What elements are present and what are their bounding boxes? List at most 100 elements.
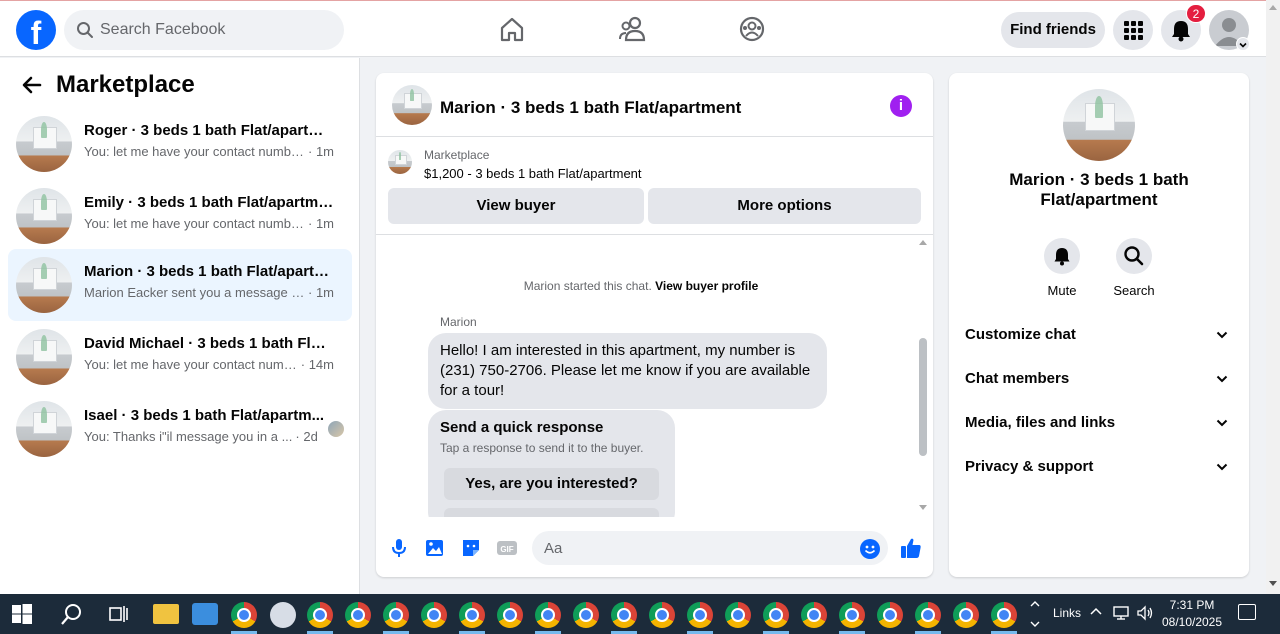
gif-icon[interactable]: GIF [496,537,518,559]
chrome-profile-icon[interactable] [725,602,751,628]
system-clock[interactable]: 7:31 PM 08/10/2025 [1160,597,1224,631]
chat-start-note: Marion started this chat. View buyer pro… [523,279,759,293]
menu-button[interactable] [1113,10,1153,50]
listing-thumbnail [388,150,412,174]
page-scrollbar[interactable] [1266,0,1280,594]
chrome-profile-icon[interactable] [459,602,485,628]
windows-taskbar: Links 7:31 PM 08/10/2025 [0,594,1280,634]
friends-icon[interactable] [618,15,648,45]
chrome-profile-icon[interactable] [497,602,523,628]
account-chevron-icon[interactable] [1236,37,1250,51]
file-explorer-icon[interactable] [153,604,179,624]
conversation-snippet: You: let me have your contact numb... · 1… [84,357,334,372]
message-composer: GIF [376,525,933,571]
chrome-profile-icon[interactable] [307,602,333,628]
chrome-profile-icon[interactable] [801,602,827,628]
groups-icon[interactable] [738,15,768,45]
chrome-profile-icon[interactable] [535,602,561,628]
store-icon[interactable] [192,603,218,625]
home-icon[interactable] [498,15,528,45]
chat-thumbnail[interactable] [392,85,432,125]
chrome-profile-icon[interactable] [573,602,599,628]
message-input-box[interactable] [532,531,888,565]
links-toolbar[interactable]: Links [1053,606,1081,620]
taskbar-scroll-arrows-icon[interactable] [1030,598,1040,630]
scroll-up-arrow-icon[interactable] [919,240,927,245]
chat-members-section[interactable]: Chat members [965,357,1233,401]
taskbar-search-icon[interactable] [60,602,84,626]
task-view-icon[interactable] [108,604,130,624]
sender-name: Marion [440,315,477,329]
message-input[interactable] [544,531,844,565]
message-bubble[interactable]: Hello! I am interested in this apartment… [428,333,827,409]
volume-icon[interactable] [1136,605,1154,624]
quick-response-option[interactable]: Yes, are you interested? [444,468,659,500]
listing-thumbnail [16,329,72,385]
search-button[interactable] [1116,238,1152,274]
chat-title[interactable]: Marion · 3 beds 1 bath Flat/apartment [440,98,741,118]
media-files-links-section[interactable]: Media, files and links [965,401,1233,445]
mute-button[interactable] [1044,238,1080,274]
chrome-profile-icon[interactable] [915,602,941,628]
chrome-profile-icon[interactable] [687,602,713,628]
windows-start-icon[interactable] [12,604,32,624]
search-facebook-box[interactable] [64,10,344,50]
conversation-title: Emily · 3 beds 1 bath Flat/apartment [84,194,334,211]
emoji-icon[interactable] [860,539,880,559]
search-input[interactable] [100,10,330,50]
app-icon[interactable] [270,602,296,628]
scroll-down-arrow-icon[interactable] [1269,581,1277,586]
chat-details-panel: Marion · 3 beds 1 bath Flat/apartment Mu… [949,73,1249,577]
scroll-down-arrow-icon[interactable] [919,505,927,510]
chrome-profile-icon[interactable] [611,602,637,628]
quick-response-card: Send a quick response Tap a response to … [428,410,675,517]
message-list[interactable]: Marion started this chat. View buyer pro… [376,235,933,517]
photo-icon[interactable] [424,537,446,559]
svg-text:GIF: GIF [500,545,513,554]
chrome-profile-icon[interactable] [421,602,447,628]
thumbs-up-icon[interactable] [899,536,921,558]
search-action[interactable]: Search [1106,238,1162,298]
network-icon[interactable] [1112,605,1130,624]
chrome-profile-icon[interactable] [345,602,371,628]
details-thumbnail [1063,89,1135,161]
chevron-up-icon[interactable] [1089,605,1103,622]
conversation-item[interactable]: Roger · 3 beds 1 bath Flat/apartme... Yo… [8,108,352,180]
message-scrollbar[interactable] [917,238,929,514]
chevron-down-icon [1215,372,1229,391]
sticker-icon[interactable] [460,537,482,559]
conversation-item[interactable]: David Michael · 3 beds 1 bath Flat/... Y… [8,321,352,393]
chrome-profile-icon[interactable] [991,602,1017,628]
listing-thumbnail [16,257,72,313]
quick-response-option[interactable] [444,508,659,517]
chrome-profile-icon[interactable] [649,602,675,628]
back-arrow-icon[interactable] [22,75,42,100]
chrome-profile-icon[interactable] [877,602,903,628]
info-icon[interactable]: i [890,95,912,117]
conversation-item-active[interactable]: Marion · 3 beds 1 bath Flat/apartm... Ma… [8,249,352,321]
more-options-button[interactable]: More options [648,188,921,224]
view-buyer-button[interactable]: View buyer [388,188,644,224]
chrome-profile-icon[interactable] [839,602,865,628]
listing-thumbnail [16,401,72,457]
microphone-icon[interactable] [388,537,410,559]
chrome-profile-icon[interactable] [953,602,979,628]
chrome-profile-icon[interactable] [231,602,257,628]
conversation-item[interactable]: Emily · 3 beds 1 bath Flat/apartment You… [8,180,352,252]
listing-summary: Marketplace $1,200 - 3 beds 1 bath Flat/… [376,137,933,235]
find-friends-button[interactable]: Find friends [1001,12,1105,48]
conversation-snippet: You: let me have your contact numbe... · … [84,216,334,231]
view-buyer-profile-link[interactable]: View buyer profile [655,279,758,293]
conversation-item[interactable]: Isael · 3 beds 1 bath Flat/apartm... You… [8,393,352,465]
privacy-support-section[interactable]: Privacy & support [965,445,1233,489]
scroll-up-arrow-icon[interactable] [1269,5,1277,10]
section-label: Privacy & support [965,458,1094,475]
customize-chat-section[interactable]: Customize chat [965,313,1233,357]
facebook-logo[interactable]: f [16,10,56,50]
scrollbar-thumb[interactable] [919,338,927,456]
chrome-profile-icon[interactable] [763,602,789,628]
mute-action[interactable]: Mute [1034,238,1090,298]
chrome-profile-icon[interactable] [383,602,409,628]
action-center-icon[interactable] [1238,604,1256,620]
chevron-down-icon [1215,416,1229,435]
